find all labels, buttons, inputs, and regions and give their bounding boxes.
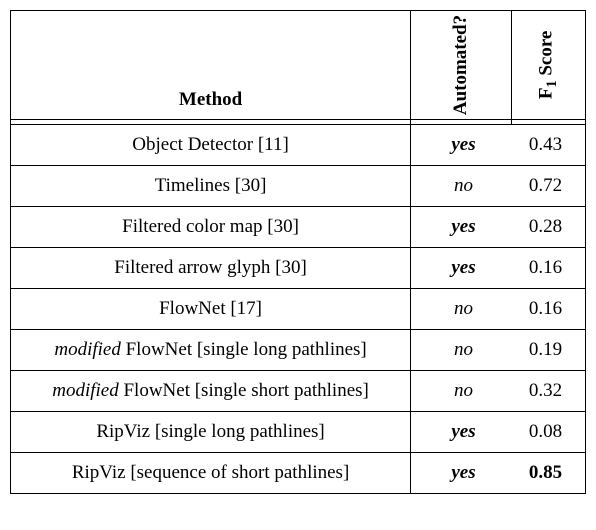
method-text: FlowNet [single long pathlines]: [121, 339, 367, 360]
cell-method: Filtered color map [30]: [11, 207, 411, 248]
cell-f1: 0.08: [512, 412, 586, 453]
header-f1-label: F1 Score: [536, 31, 562, 100]
cell-method: modified FlowNet [single long pathlines]: [11, 330, 411, 371]
cell-automated: no: [411, 289, 512, 330]
modified-prefix: modified: [52, 380, 119, 401]
cell-f1: 0.28: [512, 207, 586, 248]
table-row: modified FlowNet [single short pathlines…: [11, 371, 586, 412]
table-row: RipViz [single long pathlines]yes0.08: [11, 412, 586, 453]
cell-f1: 0.16: [512, 248, 586, 289]
cell-f1: 0.43: [512, 125, 586, 166]
cell-method: FlowNet [17]: [11, 289, 411, 330]
cell-automated: no: [411, 166, 512, 207]
cell-automated: yes: [411, 412, 512, 453]
col-f1: F1 Score: [512, 11, 586, 120]
col-method: Method: [11, 11, 411, 120]
table-row: Timelines [30]no0.72: [11, 166, 586, 207]
table-row: modified FlowNet [single long pathlines]…: [11, 330, 586, 371]
cell-f1: 0.32: [512, 371, 586, 412]
method-text: FlowNet [single short pathlines]: [119, 380, 369, 401]
cell-automated: yes: [411, 125, 512, 166]
cell-method: Filtered arrow glyph [30]: [11, 248, 411, 289]
cell-f1: 0.72: [512, 166, 586, 207]
cell-method: Timelines [30]: [11, 166, 411, 207]
col-automated: Automated?: [411, 11, 512, 120]
results-table: Method Automated? F1 Score Object Detect…: [10, 10, 586, 494]
cell-automated: yes: [411, 453, 512, 494]
modified-prefix: modified: [54, 339, 121, 360]
cell-automated: no: [411, 330, 512, 371]
table-body: Object Detector [11]yes0.43Timelines [30…: [11, 125, 586, 494]
cell-automated: no: [411, 371, 512, 412]
header-row: Method Automated? F1 Score: [11, 11, 586, 120]
cell-f1: 0.85: [512, 453, 586, 494]
table-row: RipViz [sequence of short pathlines]yes0…: [11, 453, 586, 494]
cell-automated: yes: [411, 248, 512, 289]
cell-f1: 0.19: [512, 330, 586, 371]
cell-automated: yes: [411, 207, 512, 248]
cell-method: modified FlowNet [single short pathlines…: [11, 371, 411, 412]
cell-method: RipViz [single long pathlines]: [11, 412, 411, 453]
header-automated-label: Automated?: [450, 15, 472, 115]
table-row: FlowNet [17]no0.16: [11, 289, 586, 330]
cell-method: RipViz [sequence of short pathlines]: [11, 453, 411, 494]
header-method-label: Method: [179, 89, 242, 110]
table-row: Object Detector [11]yes0.43: [11, 125, 586, 166]
table-row: Filtered color map [30]yes0.28: [11, 207, 586, 248]
table-row: Filtered arrow glyph [30]yes0.16: [11, 248, 586, 289]
cell-f1: 0.16: [512, 289, 586, 330]
cell-method: Object Detector [11]: [11, 125, 411, 166]
